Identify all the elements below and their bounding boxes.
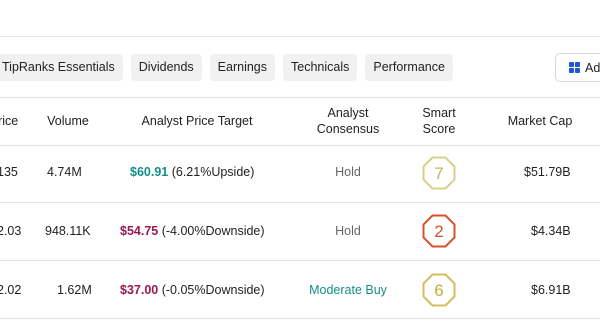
octagon-icon: 2 [422, 214, 456, 248]
row3-divider [0, 318, 600, 319]
row3-target-change: (-0.05%Downside) [161, 283, 265, 297]
top-divider [0, 36, 600, 37]
tab-performance[interactable]: Performance [365, 54, 453, 81]
tab-earnings[interactable]: Earnings [209, 54, 276, 81]
row2-consensus: Hold [335, 224, 361, 238]
row1-target-price: $60.91 [130, 165, 169, 179]
row3-market-cap: $6.91B [531, 283, 571, 297]
row1-target-change: (6.21%Upside) [171, 165, 255, 179]
tab-technicals[interactable]: Technicals [283, 54, 358, 81]
header-market-cap[interactable]: Market Cap [495, 113, 585, 129]
row2-smart-score: 2 [434, 222, 443, 241]
row1-consensus: Hold [335, 165, 361, 179]
row1-divider [0, 202, 600, 203]
row2-target-change: (-4.00%Downside) [161, 224, 265, 238]
header-top-divider [0, 97, 600, 98]
octagon-icon: 6 [422, 273, 456, 307]
header-smart-line2: Score [422, 122, 456, 136]
row2-market-cap: $4.34B [531, 224, 571, 238]
row1-price: 135 [0, 165, 18, 179]
filter-tabs: TipRanks Essentials Dividends Earnings T… [0, 54, 453, 81]
row2-analyst-target: $54.75 (-4.00%Downside) [120, 224, 265, 238]
tab-dividends[interactable]: Dividends [130, 54, 202, 81]
octagon-icon: 7 [422, 156, 456, 190]
header-smart-line1: Smart [422, 106, 456, 120]
header-analyst-price-target[interactable]: Analyst Price Target [117, 113, 277, 129]
header-analyst-consensus[interactable]: Analyst Consensus [303, 105, 393, 137]
tab-tipranks-essentials[interactable]: TipRanks Essentials [0, 54, 123, 81]
row3-smart-score-badge[interactable]: 6 [422, 273, 456, 307]
row3-price: 2.02 [0, 283, 22, 297]
row2-divider [0, 260, 600, 261]
header-consensus-line1: Analyst [327, 106, 369, 120]
row3-consensus: Moderate Buy [309, 283, 387, 297]
add-button-label: Add [585, 60, 600, 75]
row3-smart-score: 6 [434, 281, 443, 300]
header-smart-score[interactable]: Smart Score [409, 105, 469, 137]
row2-smart-score-badge[interactable]: 2 [422, 214, 456, 248]
row2-volume: 948.11K [45, 224, 91, 238]
row1-smart-score: 7 [434, 164, 443, 183]
row3-volume: 1.62M [57, 283, 92, 297]
row1-smart-score-badge[interactable]: 7 [422, 156, 456, 190]
header-bottom-divider [0, 145, 600, 146]
header-volume[interactable]: Volume [28, 113, 108, 129]
row2-target-price: $54.75 [120, 224, 159, 238]
row3-analyst-target: $37.00 (-0.05%Downside) [120, 283, 265, 297]
row2-price: 2.03 [0, 224, 22, 238]
grid-icon [569, 62, 580, 73]
row1-volume: 4.74M [47, 165, 82, 179]
row1-analyst-target: $60.91 (6.21%Upside) [130, 165, 254, 179]
row1-market-cap: $51.79B [524, 165, 571, 179]
header-price[interactable]: Price [0, 113, 22, 129]
row3-target-price: $37.00 [120, 283, 159, 297]
header-consensus-line2: Consensus [316, 122, 380, 136]
add-column-button[interactable]: Add [555, 53, 600, 82]
